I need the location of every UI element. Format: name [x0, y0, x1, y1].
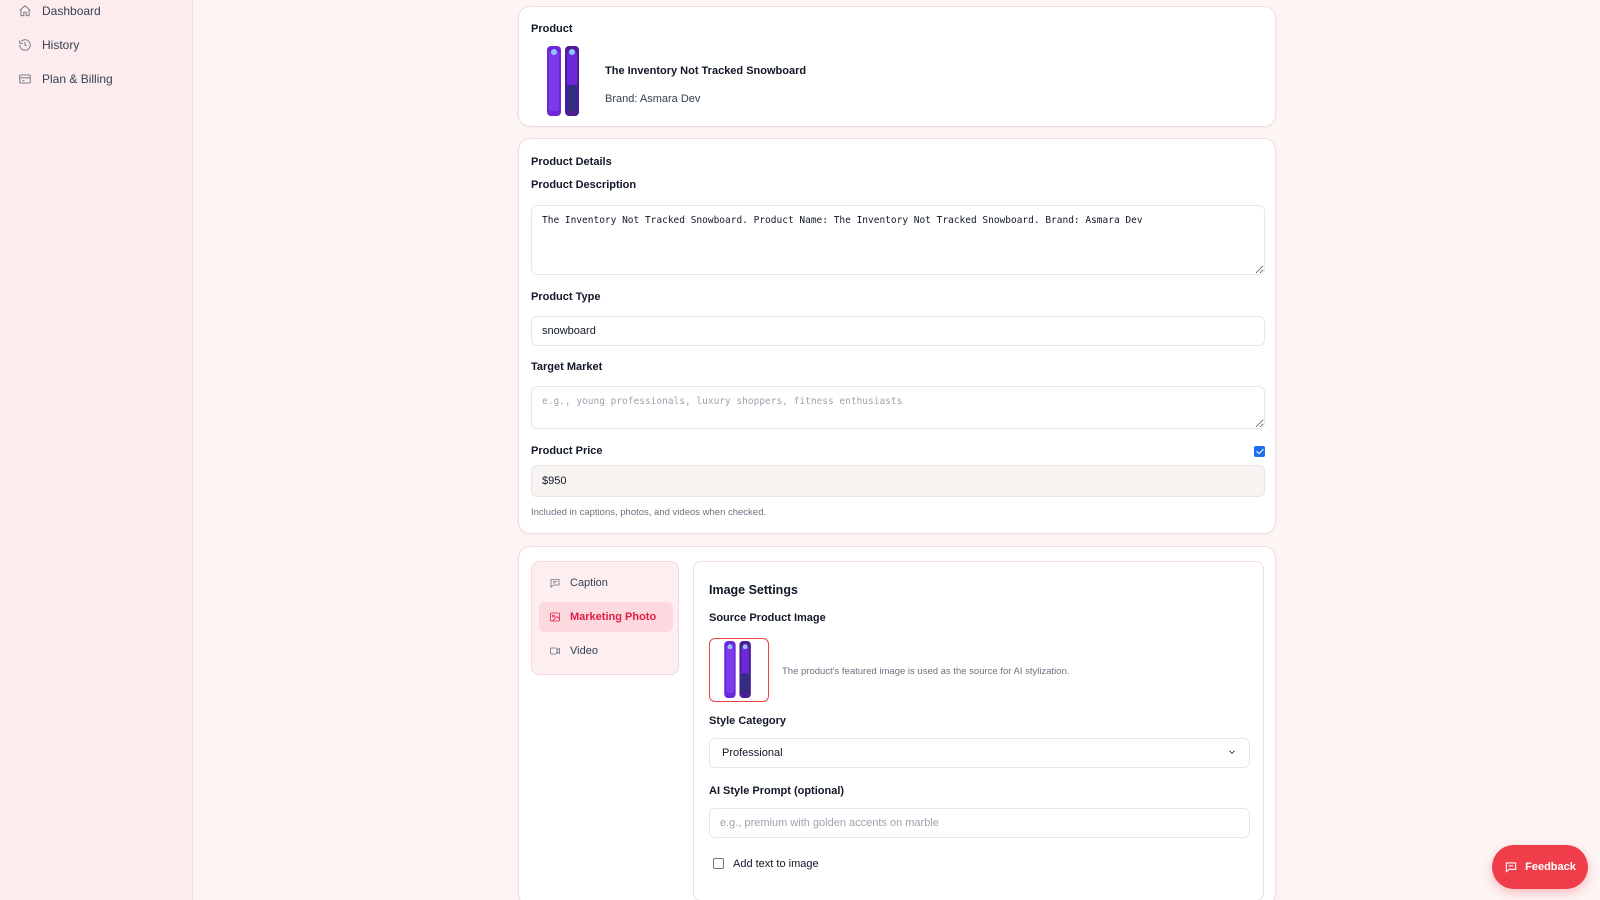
- sidebar-item-history[interactable]: History: [0, 28, 192, 62]
- source-image-note: The product's featured image is used as …: [782, 666, 1070, 677]
- product-type-label: Product Type: [531, 291, 601, 303]
- price-help-text: Included in captions, photos, and videos…: [531, 507, 767, 518]
- tab-video[interactable]: Video: [539, 636, 673, 666]
- product-price-input[interactable]: [531, 465, 1265, 497]
- product-thumbnail: [545, 45, 581, 117]
- chat-icon: [1504, 860, 1525, 874]
- video-icon: [549, 645, 561, 657]
- target-market-textarea[interactable]: [531, 386, 1265, 429]
- image-icon: [549, 611, 561, 623]
- sidebar-item-label: History: [42, 38, 80, 52]
- product-brand: Brand: Asmara Dev: [605, 93, 701, 105]
- tab-label: Caption: [570, 577, 608, 589]
- style-prompt-input[interactable]: [709, 808, 1250, 838]
- style-category-select[interactable]: Professional: [709, 738, 1250, 768]
- description-label: Product Description: [531, 179, 637, 191]
- add-text-checkbox[interactable]: [713, 858, 724, 869]
- tab-label: Video: [570, 645, 598, 657]
- product-card-heading: Product: [531, 23, 573, 35]
- feedback-label: Feedback: [1525, 861, 1576, 873]
- product-details-card: Product Details Product Description The …: [518, 138, 1276, 534]
- source-product-image[interactable]: [709, 638, 769, 702]
- feedback-button[interactable]: Feedback: [1492, 845, 1588, 889]
- tab-label: Marketing Photo: [570, 611, 657, 623]
- sidebar: Dashboard History Plan & Billing: [0, 0, 193, 900]
- sidebar-item-label: Dashboard: [42, 4, 101, 18]
- style-category-label: Style Category: [709, 715, 787, 727]
- target-market-label: Target Market: [531, 361, 603, 373]
- content-type-tabs: Caption Marketing Photo Video: [531, 561, 679, 675]
- home-icon: [18, 4, 32, 18]
- product-card: Product The Inventory Not Tracked Snowbo…: [518, 6, 1276, 127]
- credit-card-icon: [18, 72, 32, 86]
- image-settings-panel: Image Settings Source Product Image The …: [693, 561, 1264, 900]
- product-details-heading: Product Details: [531, 156, 612, 168]
- chevron-down-icon: [1227, 747, 1237, 760]
- style-prompt-label: AI Style Prompt (optional): [709, 785, 845, 797]
- message-icon: [549, 577, 561, 589]
- history-icon: [18, 38, 32, 52]
- sidebar-item-label: Plan & Billing: [42, 72, 113, 86]
- price-include-checkbox[interactable]: [1254, 446, 1265, 457]
- image-settings-title: Image Settings: [709, 583, 798, 597]
- add-text-label: Add text to image: [733, 858, 819, 870]
- product-price-label: Product Price: [531, 445, 603, 457]
- product-type-input[interactable]: [531, 316, 1265, 346]
- style-category-value: Professional: [722, 747, 783, 759]
- description-textarea[interactable]: The Inventory Not Tracked Snowboard. Pro…: [531, 205, 1265, 275]
- sidebar-item-dashboard[interactable]: Dashboard: [0, 0, 192, 28]
- source-image-label: Source Product Image: [709, 612, 826, 624]
- product-title: The Inventory Not Tracked Snowboard: [605, 65, 807, 77]
- tab-marketing-photo[interactable]: Marketing Photo: [539, 602, 673, 632]
- generator-card: Caption Marketing Photo Video Image Sett…: [518, 546, 1276, 900]
- tab-caption[interactable]: Caption: [539, 568, 673, 598]
- sidebar-item-plan-billing[interactable]: Plan & Billing: [0, 62, 192, 96]
